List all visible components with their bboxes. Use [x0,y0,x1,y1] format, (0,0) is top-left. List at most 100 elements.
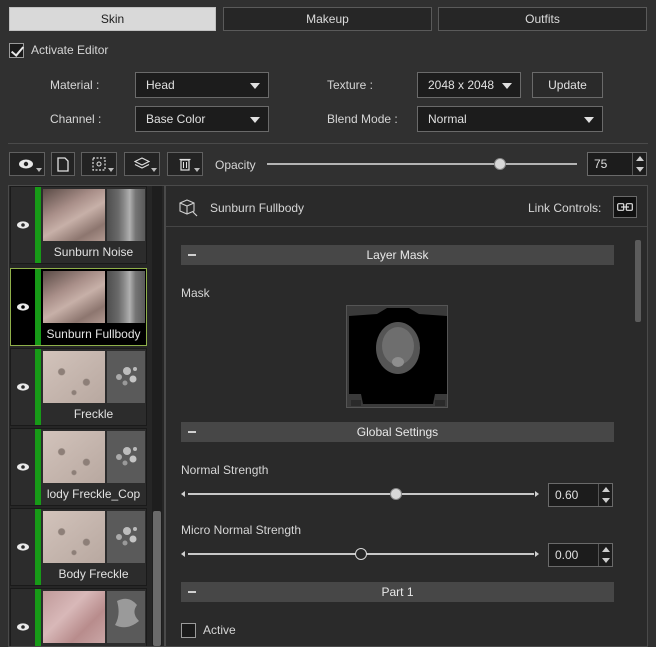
normal-strength-input[interactable]: 0.60 [548,483,613,507]
active-checkbox[interactable] [181,623,196,638]
mask-thumbnail[interactable] [346,305,448,408]
collapse-icon [188,431,196,433]
material-label: Material : [50,78,100,92]
texture-label: Texture : [327,78,374,92]
blend-mode-label: Blend Mode : [327,112,398,126]
slider-right-arrow-icon[interactable] [535,551,539,557]
micro-normal-strength-slider-handle[interactable] [355,548,367,560]
selection-icon [92,157,106,171]
eye-icon[interactable] [17,221,29,229]
layer-name: Body Freckle [58,567,129,581]
layer-texture-thumbnail [43,189,105,241]
micro-normal-strength-spinner[interactable] [598,544,612,566]
scrollbar-thumb[interactable] [153,511,161,646]
tab-skin[interactable]: Skin [9,7,216,31]
layer-mask-thumbnail [107,189,145,241]
trash-icon [179,158,191,171]
section-title: Part 1 [381,585,414,599]
channel-label: Channel : [50,112,102,126]
layer-texture-thumbnail [43,431,105,483]
divider [8,143,648,144]
layer-name: lody Freckle_Cop [46,487,141,501]
freckle-mask-icon [116,367,137,386]
micro-normal-strength-input[interactable]: 0.00 [548,543,613,567]
layer-item-body-freckle-copy[interactable]: lody Freckle_Cop [10,428,147,506]
delete-layer-button[interactable] [167,152,203,176]
normal-strength-slider-handle[interactable] [389,488,402,500]
scrollbar-thumb[interactable] [635,240,641,322]
link-controls-button[interactable] [613,196,637,218]
section-title: Global Settings [356,425,439,439]
slider-right-arrow-icon[interactable] [535,491,539,497]
active-label: Active [203,623,236,637]
layers-icon [134,157,150,169]
layer-item-sunburn-fullbody[interactable]: Sunburn Fullbody [10,268,147,346]
mask-select-button[interactable] [81,152,117,176]
opacity-label: Opacity [215,158,256,172]
normal-strength-spinner[interactable] [598,484,612,506]
layer-item-sunburn-noise[interactable]: Sunburn Noise [10,186,147,264]
layer-item-6[interactable] [10,588,147,646]
material-select[interactable]: Head [135,72,269,98]
eye-icon[interactable] [17,303,29,311]
layer-mask-thumbnail [107,591,145,643]
material-value: Head [146,78,175,92]
blend-mode-value: Normal [428,112,467,126]
chevron-down-icon [250,83,260,89]
activate-editor-label: Activate Editor [31,43,109,57]
layer-color-bar [35,589,41,646]
freckle-mask-icon [116,527,137,546]
tab-makeup[interactable]: Makeup [223,7,432,31]
normal-strength-label: Normal Strength [181,463,269,477]
layers-button[interactable] [124,152,160,176]
channel-select[interactable]: Base Color [135,106,269,132]
eye-icon[interactable] [17,383,29,391]
chevron-down-icon [584,117,594,123]
layer-texture-thumbnail [43,271,105,323]
mask-shape-icon [115,598,139,628]
mask-label: Mask [181,286,210,300]
freckle-mask-icon [116,447,137,466]
properties-scrollbar[interactable] [634,238,642,638]
divider [166,226,647,227]
layer-mask-thumbnail [107,431,145,483]
layer-name: Sunburn Noise [53,245,134,259]
new-layer-button[interactable] [51,152,75,176]
normal-strength-slider-track[interactable] [188,493,534,495]
layer-name: Sunburn Fullbody [46,327,141,341]
opacity-input[interactable]: 75 [587,152,647,176]
blend-mode-select[interactable]: Normal [417,106,603,132]
layer-texture-thumbnail [43,511,105,563]
section-title: Layer Mask [366,248,429,262]
layer-list: Sunburn Noise Sunburn Fullbody Freckle l… [8,185,165,647]
update-button[interactable]: Update [532,72,603,98]
tab-outfits[interactable]: Outfits [438,7,647,31]
eye-icon [19,159,33,169]
layer-mask-thumbnail [107,351,145,403]
document-icon [57,156,69,172]
section-layer-mask-header[interactable]: Layer Mask [181,245,614,265]
eye-icon[interactable] [17,463,29,471]
layer-item-freckle[interactable]: Freckle [10,348,147,426]
eye-icon[interactable] [17,543,29,551]
layer-list-scrollbar[interactable] [152,186,162,646]
layer-name: Freckle [73,407,114,421]
opacity-slider-handle[interactable] [493,158,506,170]
layer-mask-thumbnail [107,271,145,323]
slider-left-arrow-icon[interactable] [181,551,185,557]
texture-select[interactable]: 2048 x 2048 [417,72,521,98]
panel-title: Sunburn Fullbody [210,201,305,215]
visibility-toggle-button[interactable] [9,152,45,176]
layer-mask-thumbnail [107,511,145,563]
section-global-settings-header[interactable]: Global Settings [181,422,614,442]
opacity-spinner[interactable] [632,153,646,175]
activate-editor-checkbox[interactable] [9,43,24,58]
slider-left-arrow-icon[interactable] [181,491,185,497]
layer-item-body-freckle[interactable]: Body Freckle [10,508,147,586]
eye-icon[interactable] [17,623,29,631]
collapse-icon [188,591,196,593]
cube-icon [179,199,198,217]
section-part1-header[interactable]: Part 1 [181,582,614,602]
opacity-slider-track[interactable] [267,163,577,165]
micro-normal-strength-value: 0.00 [555,548,579,562]
